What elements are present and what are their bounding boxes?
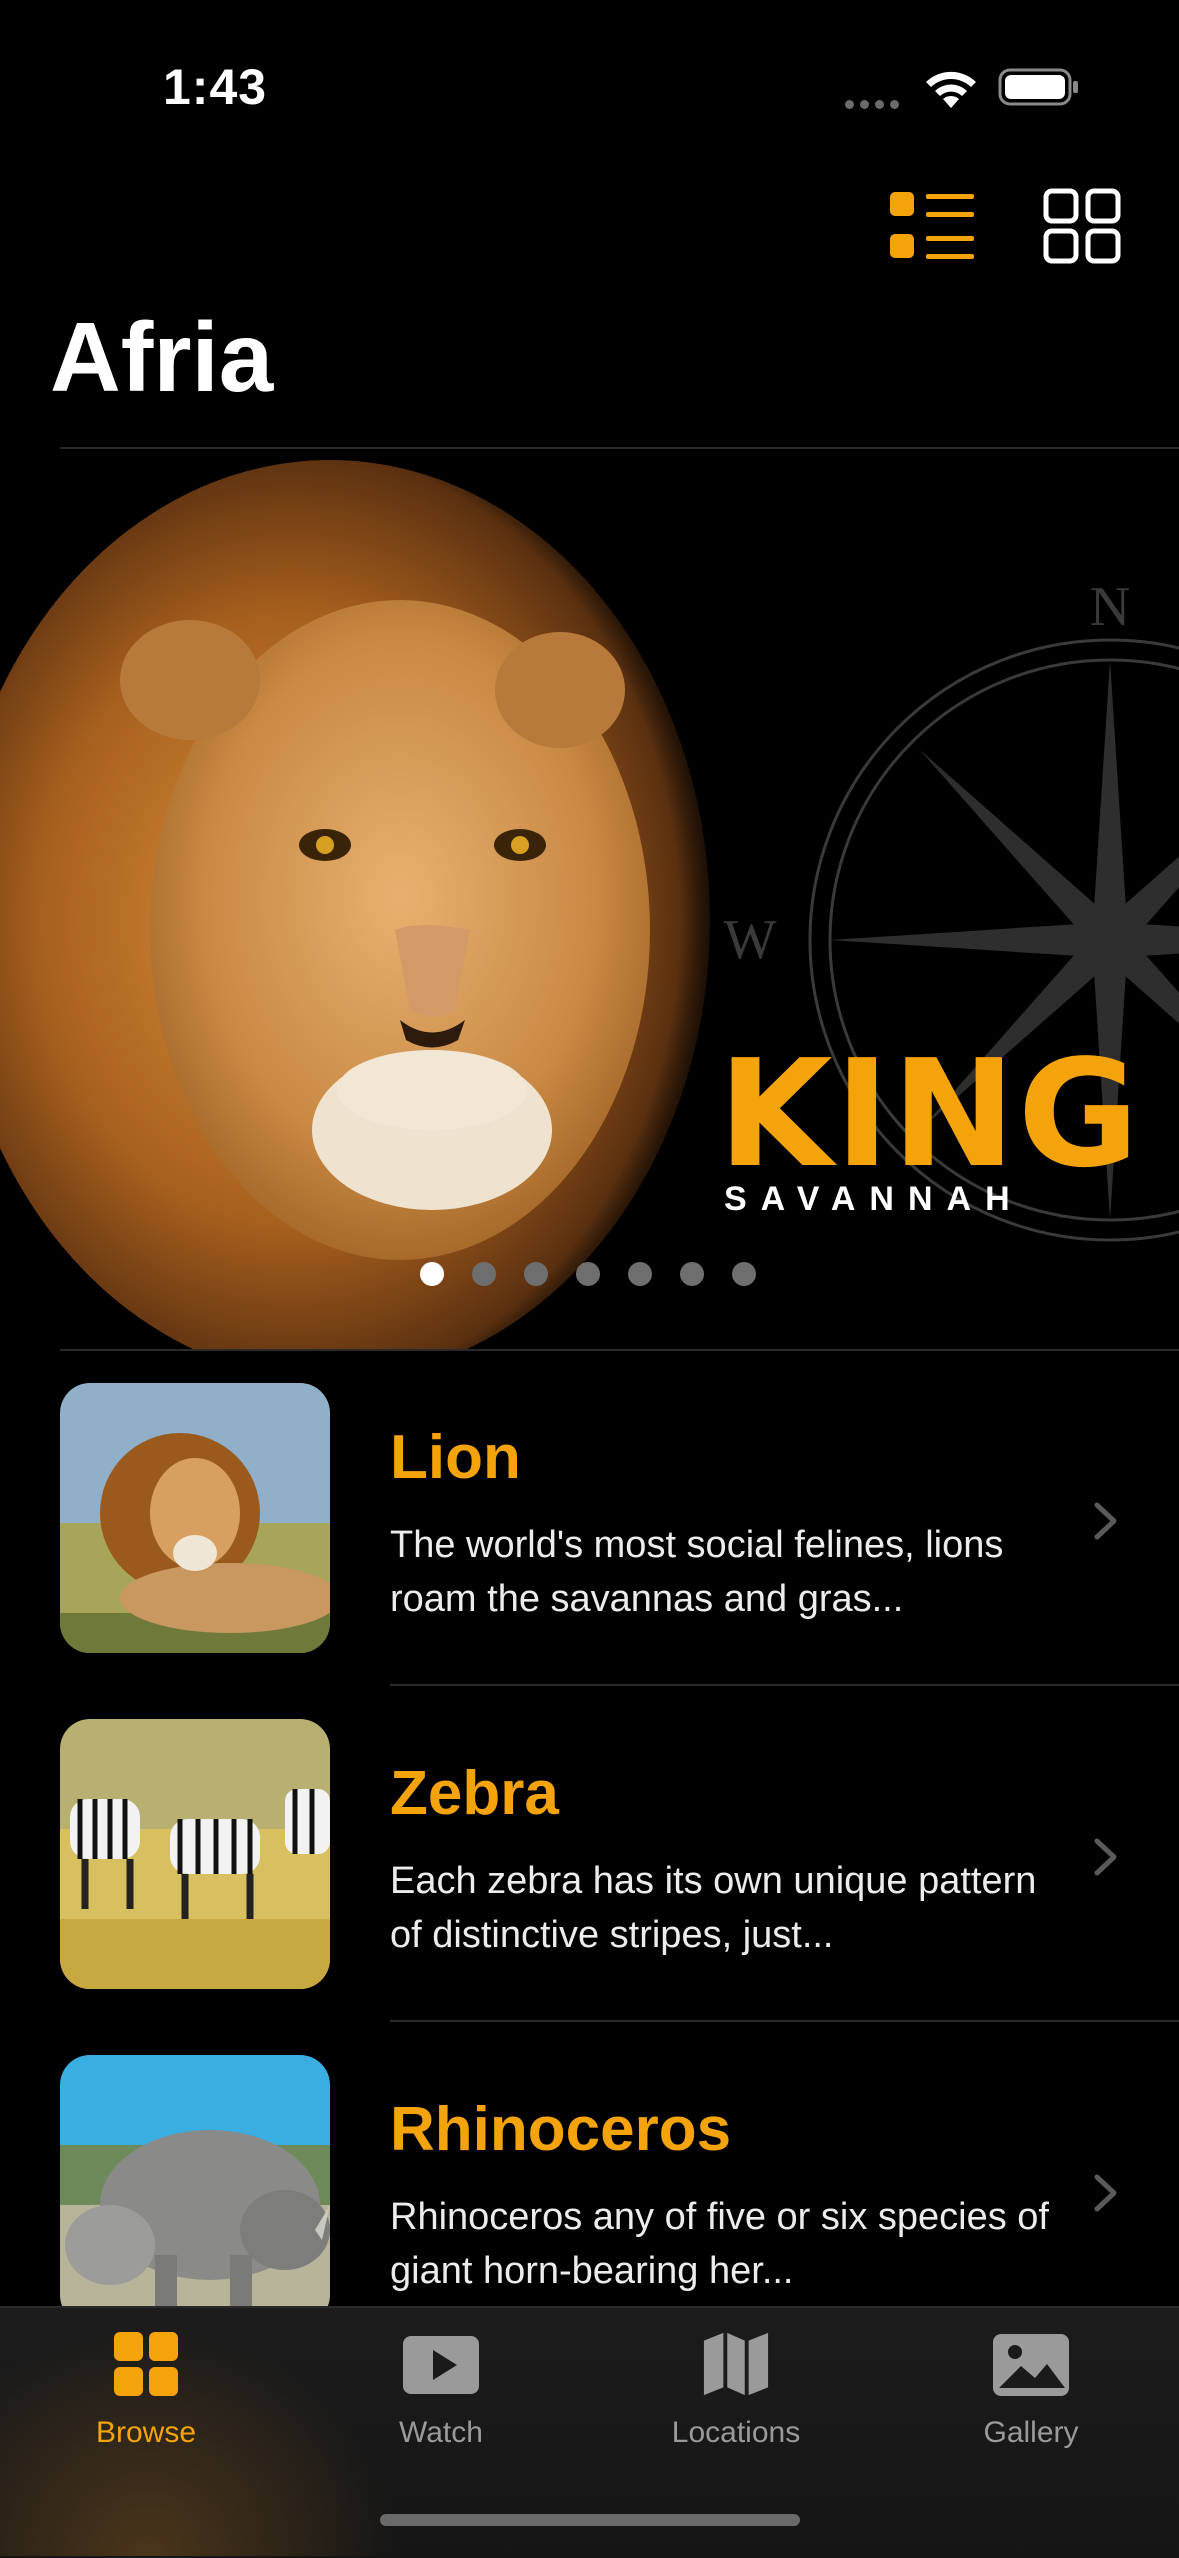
page-dot[interactable] — [576, 1262, 600, 1286]
play-icon — [403, 2336, 479, 2394]
photo-icon — [993, 2334, 1069, 2396]
svg-text:N: N — [1090, 576, 1130, 638]
map-icon — [703, 2332, 769, 2396]
tab-label: Watch — [399, 2416, 483, 2449]
page-title: Afria — [50, 302, 274, 412]
animal-name: Lion — [390, 1423, 521, 1492]
banner-title: KING — [718, 1028, 1142, 1200]
grid-icon — [114, 2332, 178, 2396]
page-dot[interactable] — [680, 1262, 704, 1286]
chevron-right-icon — [1094, 1502, 1117, 1540]
animal-description: The world's most social felines, lions r… — [390, 1524, 1004, 1620]
page-dot[interactable] — [628, 1262, 652, 1286]
battery-icon — [998, 68, 1078, 106]
tab-browse[interactable]: Browse — [36, 2306, 256, 2466]
cellular-signal-icon — [845, 96, 905, 109]
tab-label: Locations — [671, 2416, 801, 2449]
list-item-zebra[interactable]: Zebra Each zebra has its own unique patt… — [0, 1686, 1179, 2022]
tab-locations[interactable]: Locations — [626, 2306, 846, 2466]
page-dot[interactable] — [524, 1262, 548, 1286]
rhinoceros-thumbnail — [60, 2055, 330, 2325]
status-time: 1:43 — [163, 59, 268, 115]
lion-thumbnail — [60, 1383, 330, 1653]
animal-name: Rhinoceros — [390, 2095, 732, 2164]
page-dot[interactable] — [420, 1262, 444, 1286]
chevron-right-icon — [1094, 1838, 1117, 1876]
zebra-thumbnail — [60, 1719, 330, 1989]
page-indicator[interactable] — [420, 1262, 756, 1286]
page-dot[interactable] — [472, 1262, 496, 1286]
grid-view-icon[interactable] — [1043, 188, 1121, 264]
header-divider — [60, 447, 1179, 449]
wifi-icon — [926, 71, 976, 108]
featured-banner[interactable]: N W S KING SAVANNAH — [0, 450, 1179, 1350]
animal-description: Each zebra has its own unique pattern of… — [390, 1860, 1037, 1956]
banner-subtitle: SAVANNAH — [724, 1180, 1024, 1218]
list-item-lion[interactable]: Lion The world's most social felines, li… — [0, 1350, 1179, 1686]
list-view-icon[interactable] — [888, 188, 976, 264]
animal-description: Rhinoceros any of five or six species of… — [390, 2196, 1049, 2292]
tab-watch[interactable]: Watch — [331, 2306, 551, 2466]
lion-portrait-image — [0, 460, 710, 1350]
page-dot[interactable] — [732, 1262, 756, 1286]
home-indicator[interactable] — [380, 2514, 800, 2526]
tab-label: Gallery — [983, 2416, 1079, 2449]
chevron-right-icon — [1094, 2174, 1117, 2212]
tab-label: Browse — [95, 2416, 197, 2449]
svg-text:W: W — [724, 909, 777, 971]
tab-gallery[interactable]: Gallery — [921, 2306, 1141, 2466]
animal-name: Zebra — [390, 1759, 559, 1828]
